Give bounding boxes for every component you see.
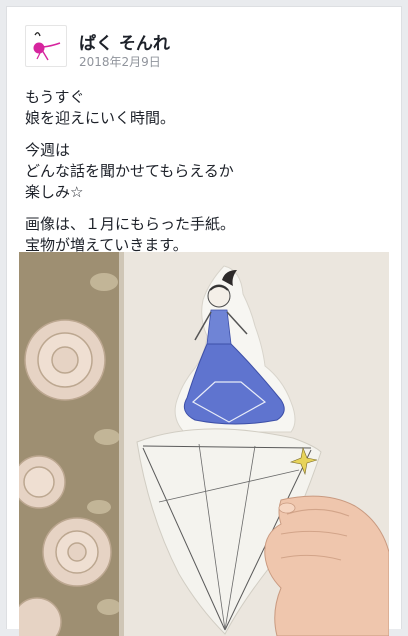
post-line: 娘を迎えにいく時間。 [25, 109, 176, 127]
post-date[interactable]: 2018年2月9日 [79, 53, 161, 70]
avatar-logo-icon [33, 32, 61, 61]
post-card: ぱく そんれ 2018年2月9日 もうすぐ 娘を迎えにいく時間。 今週は どんな… [6, 6, 402, 636]
post-line: どんな話を聞かせてもらえるか [25, 162, 234, 180]
post-line: 今週は [25, 141, 71, 159]
post-line: 楽しみ☆ [25, 183, 84, 201]
post-text: もうすぐ 娘を迎えにいく時間。 今週は どんな話を聞かせてもらえるか 楽しみ☆ … [25, 87, 385, 267]
author-name[interactable]: ぱく そんれ [79, 29, 170, 54]
post-paragraph: 画像は、１月にもらった手紙。 宝物が増えていきます。 [25, 214, 385, 256]
author-avatar[interactable] [25, 25, 67, 67]
post-photo[interactable] [19, 252, 389, 636]
post-line: もうすぐ [25, 88, 85, 106]
post-paragraph: 今週は どんな話を聞かせてもらえるか 楽しみ☆ [25, 140, 385, 203]
photo-drawing-letter [19, 252, 389, 636]
post-line: 画像は、１月にもらった手紙。 [25, 215, 236, 233]
post-paragraph: もうすぐ 娘を迎えにいく時間。 [25, 87, 385, 129]
